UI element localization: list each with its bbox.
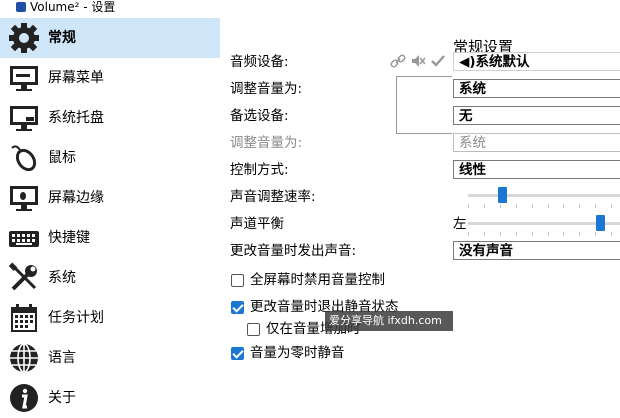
slider-tick <box>595 232 596 236</box>
info-icon <box>10 384 38 412</box>
disable-fullscreen-checkbox[interactable] <box>231 274 244 287</box>
sidebar-item-mouse[interactable]: 鼠标 <box>0 138 220 178</box>
window-title: Volume² - 设置 <box>30 0 116 14</box>
slider-tick <box>548 232 549 236</box>
balance-label: 声道平衡 <box>230 216 284 232</box>
control-mode-select[interactable]: 线性 <box>453 160 620 179</box>
sidebar-item-label: 系统 <box>48 270 76 286</box>
mute-at-zero-checkbox[interactable] <box>231 347 244 360</box>
slider-thumb[interactable] <box>596 215 605 231</box>
sidebar-item-tray[interactable]: 系统托盘 <box>0 98 220 138</box>
check-icon[interactable] <box>430 53 446 69</box>
slider-tick <box>468 232 469 236</box>
speed-slider[interactable] <box>468 187 620 203</box>
balance-ticks <box>468 232 620 236</box>
tools-icon <box>8 262 37 291</box>
sidebar-item-label: 系统托盘 <box>48 110 104 126</box>
gear-icon <box>9 23 39 53</box>
sidebar-item-screen-edge[interactable]: 屏幕边缘 <box>0 178 220 218</box>
disable-fullscreen-label: 全屏幕时禁用音量控制 <box>250 272 385 288</box>
slider-tick <box>484 204 485 208</box>
keyboard-icon <box>9 231 39 247</box>
sidebar-item-about[interactable]: 关于 <box>0 378 220 418</box>
slider-tick <box>516 232 517 236</box>
mute-speaker-icon[interactable] <box>410 53 426 69</box>
alt-adjust-volume-label: 调整音量为: <box>230 135 303 151</box>
slider-tick <box>563 204 564 208</box>
sidebar-item-label: 常规 <box>48 30 76 46</box>
slider-thumb[interactable] <box>498 187 507 203</box>
slider-tick <box>579 232 580 236</box>
slider-tick <box>595 204 596 208</box>
sidebar-item-label: 语言 <box>48 350 76 366</box>
audio-device-select[interactable]: ◀)系统默认 <box>453 52 620 71</box>
slider-tick <box>611 232 612 236</box>
balance-left-label: 左 <box>453 216 467 232</box>
slider-tick <box>579 204 580 208</box>
sidebar-item-label: 任务计划 <box>48 310 104 326</box>
sidebar-item-language[interactable]: 语言 <box>0 338 220 378</box>
alt-device-select[interactable]: 无 <box>453 106 620 125</box>
speed-ticks <box>468 204 620 208</box>
link-icon[interactable] <box>390 53 406 69</box>
slider-tick <box>516 204 517 208</box>
sidebar-item-system[interactable]: 系统 <box>0 258 220 298</box>
unmute-on-change-checkbox[interactable] <box>231 301 244 314</box>
mouse-icon <box>11 145 37 172</box>
adjust-volume-select[interactable]: 系统 <box>453 79 620 98</box>
sidebar-item-scheduler[interactable]: 任务计划 <box>0 298 220 338</box>
general-settings-panel: 常规设置 音频设备: ◀)系统默认 调整音量为: 系统 备选设备: 无 调整音量… <box>220 16 620 418</box>
sidebar-item-label: 快捷键 <box>48 230 90 246</box>
sound-label: 更改音量时发出声音: <box>230 243 357 259</box>
tray-icon <box>10 106 38 131</box>
sidebar-item-label: 鼠标 <box>48 150 76 166</box>
alt-device-label: 备选设备: <box>230 108 289 124</box>
adjust-volume-label: 调整音量为: <box>230 81 303 97</box>
slider-tick <box>500 204 501 208</box>
slider-tick <box>532 232 533 236</box>
title-bar: Volume² - 设置 <box>0 0 620 16</box>
sidebar-item-general[interactable]: 常规 <box>0 18 220 58</box>
monitor-icon <box>10 66 38 91</box>
calendar-icon <box>11 304 37 332</box>
audio-device-label: 音频设备: <box>230 54 289 70</box>
sidebar-item-label: 屏幕菜单 <box>48 70 104 86</box>
slider-tick <box>500 232 501 236</box>
slider-tick <box>484 232 485 236</box>
sidebar-item-hotkeys[interactable]: 快捷键 <box>0 218 220 258</box>
globe-icon <box>10 343 38 373</box>
balance-slider[interactable] <box>468 215 620 231</box>
sidebar-item-label: 关于 <box>48 390 76 406</box>
sidebar-item-label: 屏幕边缘 <box>48 190 104 206</box>
alt-adjust-volume-select[interactable]: 系统 <box>453 133 620 152</box>
mute-at-zero-label: 音量为零时静音 <box>250 345 345 361</box>
app-icon <box>16 2 26 12</box>
slider-tick <box>611 204 612 208</box>
slider-track <box>468 194 620 197</box>
device-link-bracket <box>396 76 452 134</box>
slider-tick <box>563 232 564 236</box>
only-on-increase-checkbox[interactable] <box>247 323 260 336</box>
sidebar: 常规 屏幕菜单 系统托盘 鼠标 屏幕边缘 快捷键 系统 任务计划 语言 关于 <box>0 18 220 418</box>
slider-tick <box>548 204 549 208</box>
control-mode-label: 控制方式: <box>230 162 289 178</box>
slider-tick <box>532 204 533 208</box>
slider-tick <box>468 204 469 208</box>
sound-select[interactable]: 没有声音 <box>453 241 620 260</box>
speed-label: 声音调整速率: <box>230 189 316 205</box>
screen-edge-icon <box>10 186 38 211</box>
sidebar-item-osd[interactable]: 屏幕菜单 <box>0 58 220 98</box>
watermark: 爱分享导航 ifxdh.com <box>325 311 453 331</box>
